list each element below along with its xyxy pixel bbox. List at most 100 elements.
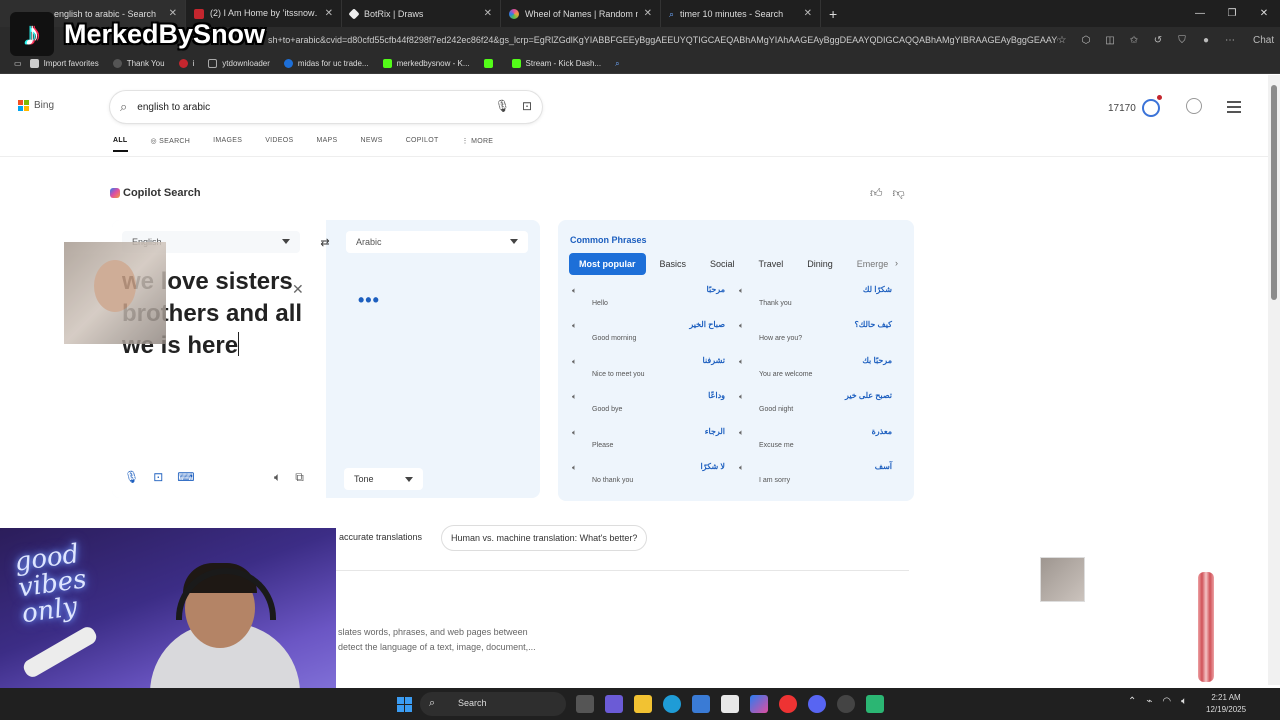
close-icon[interactable]: ✕ [484, 8, 492, 19]
nav-images[interactable]: IMAGES [213, 137, 242, 152]
speaker-icon[interactable]: 🔈︎ [739, 286, 744, 296]
tone-select[interactable]: Tone [344, 468, 423, 490]
user-avatar-icon[interactable] [1186, 98, 1202, 114]
extensions-icon[interactable]: ⬡ [1074, 35, 1098, 46]
speaker-icon[interactable]: 🔈︎ [739, 392, 744, 402]
phrase-item[interactable]: 🔈︎ الرجاء Please [570, 426, 737, 461]
obs-icon[interactable] [837, 695, 855, 713]
nav-news[interactable]: NEWS [361, 137, 383, 152]
teams-icon[interactable] [605, 695, 623, 713]
phrase-item[interactable]: 🔈︎ كيف حالك؟ How are you? [737, 319, 904, 354]
discord-icon[interactable] [808, 695, 826, 713]
close-window-icon[interactable]: ✕ [1248, 8, 1280, 19]
bing-logo[interactable]: Bing [18, 100, 54, 111]
speaker-icon[interactable]: 🔈︎ [572, 286, 577, 296]
reading-list-icon[interactable]: ▭ [14, 59, 22, 68]
bookmark-search[interactable]: ⌕ [615, 59, 619, 69]
more-icon[interactable]: ⋯ [1218, 35, 1242, 46]
target-language-select[interactable]: Arabic [346, 231, 528, 253]
speaker-icon[interactable]: 🔈︎ [739, 321, 744, 331]
clear-text-icon[interactable]: ✕ [292, 281, 304, 298]
phrase-item[interactable]: 🔈︎ مرحبًا بك You are welcome [737, 355, 904, 390]
related-pill[interactable]: Human vs. machine translation: What's be… [441, 525, 648, 551]
tab-timer[interactable]: ⌕ timer 10 minutes - Search ✕ [661, 0, 821, 27]
notepad-icon[interactable] [866, 695, 884, 713]
copilot-icon[interactable] [750, 695, 768, 713]
task-view-icon[interactable] [576, 695, 594, 713]
search-box[interactable]: ⌕ 🎙︎ ⊡ [110, 91, 542, 123]
store-icon[interactable] [692, 695, 710, 713]
taskbar-search[interactable]: ⌕ Search [420, 692, 566, 716]
file-explorer-icon[interactable] [634, 695, 652, 713]
close-icon[interactable]: ✕ [804, 8, 812, 19]
copy-icon[interactable]: ⧉ [295, 470, 304, 485]
tab-botrix[interactable]: BotRix | Draws ✕ [342, 0, 501, 27]
profile-icon[interactable]: ● [1194, 35, 1218, 46]
speaker-icon[interactable]: 🔈︎ [572, 321, 577, 331]
bookmark-kick[interactable] [483, 59, 498, 68]
phrase-item[interactable]: 🔈︎ مرحبًا Hello [570, 284, 737, 319]
page-scrollbar[interactable] [1268, 75, 1280, 685]
phrase-item[interactable]: 🔈︎ وداعًا Good bye [570, 390, 737, 425]
microphone-icon[interactable]: 🎙︎ [495, 99, 510, 113]
phrase-item[interactable]: 🔈︎ آسف I am sorry [737, 461, 904, 496]
shield-icon[interactable]: ⛉ [1170, 35, 1194, 46]
taskbar-clock[interactable]: 2:21 AM 12/19/2025 [1206, 692, 1246, 716]
scrollbar-thumb[interactable] [1271, 85, 1277, 300]
search-input[interactable] [137, 101, 468, 113]
speaker-icon[interactable]: 🔈︎ [572, 463, 577, 473]
speaker-icon[interactable]: 🔈︎ [274, 470, 281, 485]
chrome-icon[interactable] [779, 695, 797, 713]
bookmark-import-favorites[interactable]: Import favorites [29, 59, 99, 68]
close-icon[interactable]: ✕ [325, 8, 333, 19]
phrase-item[interactable]: 🔈︎ تشرفنا Nice to meet you [570, 355, 737, 390]
network-icon[interactable]: ⌁ [1146, 696, 1152, 707]
speaker-icon[interactable]: 🔈︎ [572, 357, 577, 367]
camera-scan-icon[interactable]: ⊡ [153, 470, 163, 484]
bookmark-stream-kick[interactable]: Stream - Kick Dash... [511, 59, 601, 68]
volume-icon[interactable]: 🔈︎ [1181, 696, 1187, 707]
nav-search[interactable]: ◎ SEARCH [151, 137, 191, 152]
keyboard-icon[interactable]: ⌨ [177, 470, 194, 484]
phrase-item[interactable]: 🔈︎ صباح الخير Good morning [570, 319, 737, 354]
thumbs-up-icon[interactable]: 👍︎ [870, 186, 883, 201]
related-pill[interactable]: accurate translations [336, 525, 432, 551]
maximize-icon[interactable]: ❐ [1216, 8, 1248, 19]
nav-copilot[interactable]: COPILOT [406, 137, 439, 152]
tab-social[interactable]: Social [710, 259, 735, 269]
favorite-star-icon[interactable]: ☆ [1050, 35, 1074, 46]
phrase-item[interactable]: 🔈︎ تصبح على خير Good night [737, 390, 904, 425]
chevron-up-icon[interactable]: ⌃ [1128, 696, 1136, 707]
app-icon[interactable] [721, 695, 739, 713]
tab-travel[interactable]: Travel [759, 259, 784, 269]
rewards[interactable]: 17170 [1108, 95, 1162, 117]
nav-all[interactable]: ALL [113, 137, 128, 152]
bookmark-merkedbysnow[interactable]: merkedbysnow - K... [382, 59, 470, 68]
speaker-icon[interactable]: 🔈︎ [739, 428, 744, 438]
edge-icon[interactable] [663, 695, 681, 713]
swap-languages-icon[interactable]: ⇄ [316, 236, 334, 254]
speaker-icon[interactable]: 🔈︎ [572, 428, 577, 438]
microphone-icon[interactable]: 🎙︎ [124, 470, 139, 484]
thumbs-down-icon[interactable]: 👎︎ [893, 186, 905, 201]
visual-search-icon[interactable]: ⊡ [522, 99, 532, 113]
minimize-icon[interactable]: — [1184, 8, 1216, 19]
speaker-icon[interactable]: 🔈︎ [739, 357, 744, 367]
copilot-chat-button[interactable]: Chat [1248, 34, 1274, 48]
phrase-item[interactable]: 🔈︎ لا شكرًا No thank you [570, 461, 737, 496]
bookmark-thank-you[interactable]: Thank You [112, 59, 165, 68]
bookmark-midas[interactable]: midas for uc trade... [283, 59, 369, 68]
phrase-item[interactable]: 🔈︎ شكرًا لك Thank you [737, 284, 904, 319]
close-icon[interactable]: ✕ [644, 8, 652, 19]
history-icon[interactable]: ↺ [1146, 35, 1170, 46]
chevron-right-icon[interactable]: › [895, 258, 898, 268]
tab-most-popular[interactable]: Most popular [569, 253, 646, 275]
bookmark-i[interactable]: i [178, 59, 194, 68]
split-screen-icon[interactable]: ◫ [1098, 35, 1122, 46]
phrase-item[interactable]: 🔈︎ معذرة Excuse me [737, 426, 904, 461]
nav-maps[interactable]: MAPS [316, 137, 337, 152]
wifi-icon[interactable]: ◠ [1162, 696, 1171, 707]
tab-basics[interactable]: Basics [660, 259, 687, 269]
bookmark-ytdownloader[interactable]: ytdownloader [208, 59, 270, 68]
tab-emergency[interactable]: Emerge [857, 259, 889, 269]
